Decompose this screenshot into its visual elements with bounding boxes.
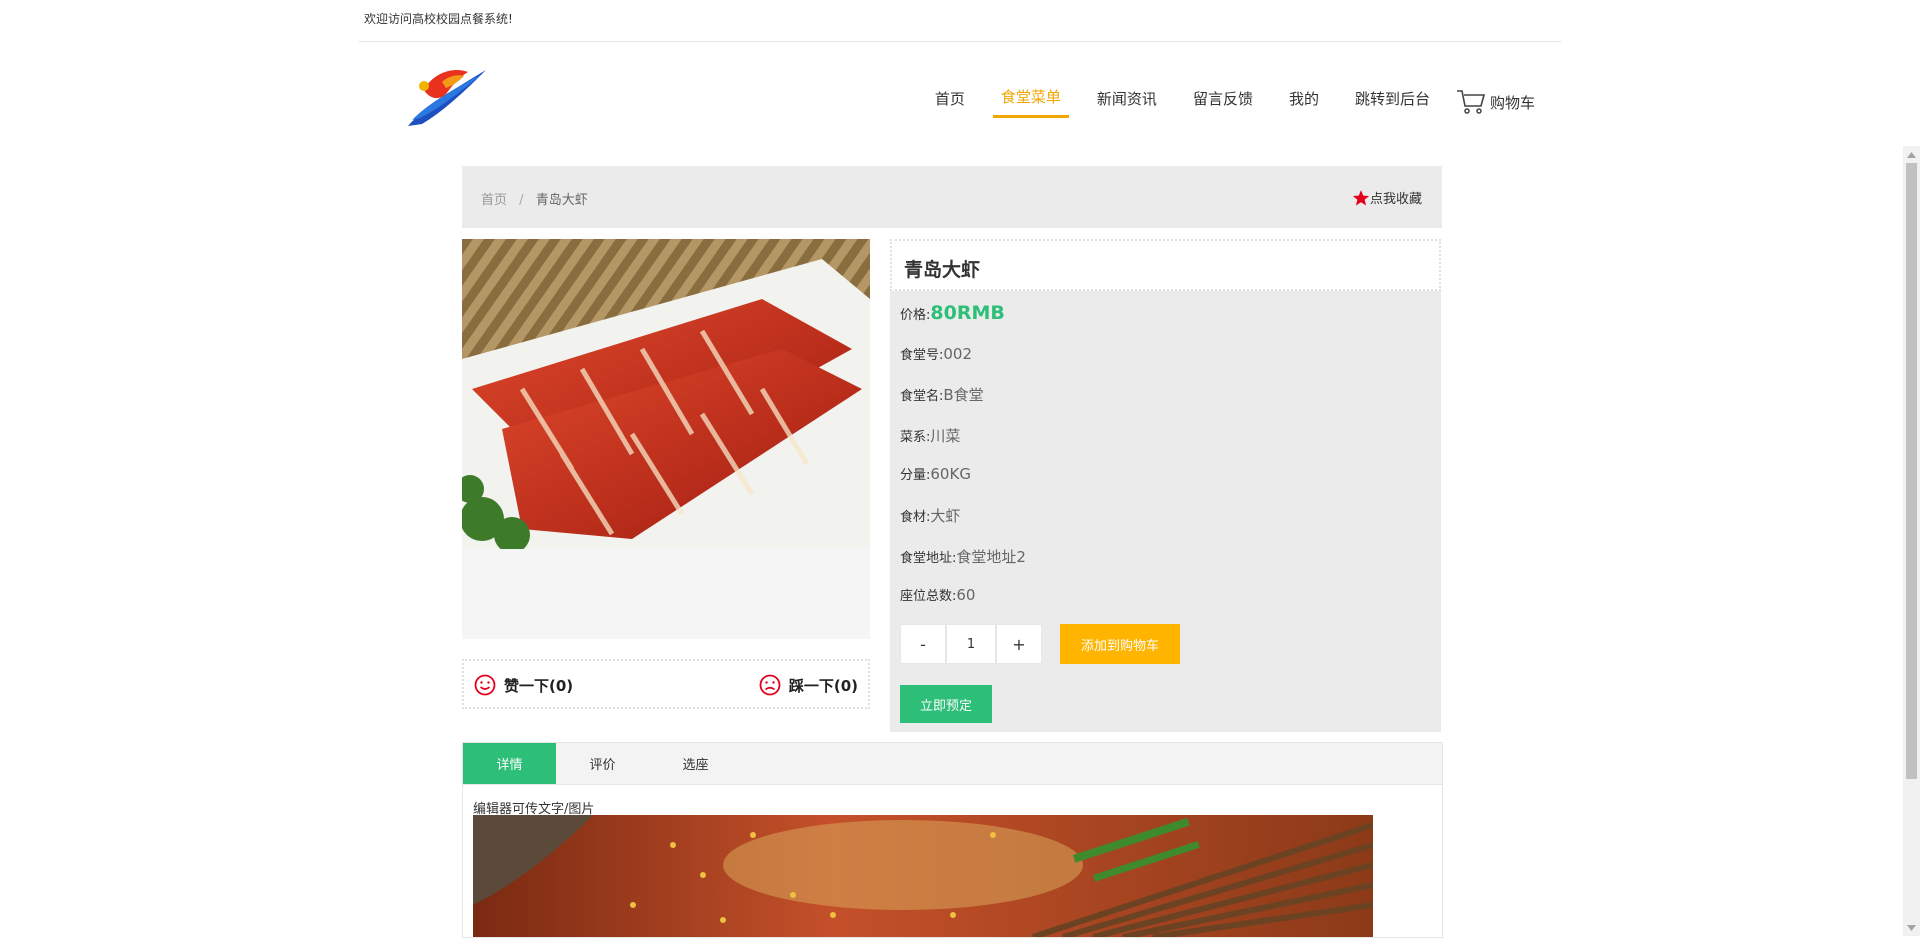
frown-icon bbox=[759, 674, 781, 696]
quantity-stepper: - 1 + bbox=[900, 624, 1042, 664]
field-seats: 座位总数: 60 bbox=[900, 586, 976, 604]
product-image bbox=[462, 239, 870, 549]
breadcrumb: 首页 / 青岛大虾 bbox=[481, 189, 588, 208]
field-canteen-name: 食堂名: B食堂 bbox=[900, 386, 984, 404]
nav-news[interactable]: 新闻资讯 bbox=[1089, 88, 1165, 117]
scroll-down-arrow-icon[interactable] bbox=[1903, 919, 1920, 936]
product-info: 青岛大虾 价格: 80RMB 食堂号: 002 食堂名: B食堂 菜系: 川菜 … bbox=[890, 239, 1441, 732]
site-logo[interactable] bbox=[402, 60, 492, 132]
quantity-input[interactable]: 1 bbox=[946, 624, 996, 664]
dislike-label: 踩一下(0) bbox=[788, 676, 858, 695]
scroll-up-arrow-icon[interactable] bbox=[1903, 146, 1920, 163]
tab-bar: 详情 评价 选座 bbox=[463, 743, 1442, 785]
main-nav: 首页 食堂菜单 新闻资讯 留言反馈 我的 跳转到后台 购物车 bbox=[917, 86, 1561, 118]
cart-icon bbox=[1456, 90, 1486, 114]
scroll-thumb[interactable] bbox=[1906, 163, 1917, 779]
star-icon bbox=[1352, 189, 1370, 205]
book-now-button[interactable]: 立即预定 bbox=[900, 685, 992, 723]
nav-feedback[interactable]: 留言反馈 bbox=[1185, 88, 1261, 117]
tab-reviews[interactable]: 评价 bbox=[556, 743, 649, 784]
site-header: 首页 食堂菜单 新闻资讯 留言反馈 我的 跳转到后台 购物车 bbox=[359, 42, 1561, 142]
field-price: 价格: 80RMB bbox=[900, 302, 1005, 324]
nav-mine[interactable]: 我的 bbox=[1281, 88, 1327, 117]
top-bar: 欢迎访问高校校园点餐系统! bbox=[359, 0, 1561, 42]
tab-seats[interactable]: 选座 bbox=[649, 743, 742, 784]
dislike-button[interactable]: 踩一下(0) bbox=[759, 674, 858, 696]
favorite-label: 点我收藏 bbox=[1369, 192, 1422, 207]
field-ingredients: 食材: 大虾 bbox=[900, 507, 961, 525]
like-label: 赞一下(0) bbox=[504, 676, 574, 695]
detail-tabs-panel: 详情 评价 选座 编辑器可传文字/图片 bbox=[462, 742, 1443, 938]
breadcrumb-current: 青岛大虾 bbox=[535, 193, 588, 208]
price-value: 80RMB bbox=[930, 302, 1005, 324]
breadcrumb-bar: 首页 / 青岛大虾 点我收藏 bbox=[462, 166, 1442, 228]
quantity-minus-button[interactable]: - bbox=[900, 624, 946, 664]
field-canteen-no: 食堂号: 002 bbox=[900, 345, 973, 363]
field-cuisine: 菜系: 川菜 bbox=[900, 427, 961, 445]
product-title: 青岛大虾 bbox=[904, 259, 981, 281]
favorite-button[interactable]: 点我收藏 bbox=[1352, 188, 1422, 207]
field-portion: 分量: 60KG bbox=[900, 465, 971, 483]
product-image-box bbox=[462, 239, 870, 639]
welcome-text: 欢迎访问高校校园点餐系统! bbox=[364, 12, 513, 26]
like-button[interactable]: 赞一下(0) bbox=[474, 674, 573, 696]
detail-image bbox=[473, 815, 1373, 937]
cart-link[interactable]: 购物车 bbox=[1456, 88, 1535, 116]
breadcrumb-separator: / bbox=[519, 193, 524, 208]
cart-label: 购物车 bbox=[1489, 93, 1535, 112]
tab-details[interactable]: 详情 bbox=[463, 743, 556, 784]
page-scrollbar[interactable] bbox=[1903, 146, 1920, 936]
breadcrumb-home[interactable]: 首页 bbox=[481, 193, 507, 208]
nav-home[interactable]: 首页 bbox=[927, 88, 973, 117]
field-address: 食堂地址: 食堂地址2 bbox=[900, 548, 1026, 566]
quantity-plus-button[interactable]: + bbox=[996, 624, 1042, 664]
nav-canteen-menu[interactable]: 食堂菜单 bbox=[992, 86, 1069, 118]
nav-admin[interactable]: 跳转到后台 bbox=[1347, 88, 1438, 117]
product-title-box: 青岛大虾 bbox=[890, 239, 1441, 291]
add-to-cart-button[interactable]: 添加到购物车 bbox=[1060, 624, 1180, 664]
smile-icon bbox=[474, 674, 496, 696]
vote-bar: 赞一下(0) 踩一下(0) bbox=[462, 659, 870, 709]
